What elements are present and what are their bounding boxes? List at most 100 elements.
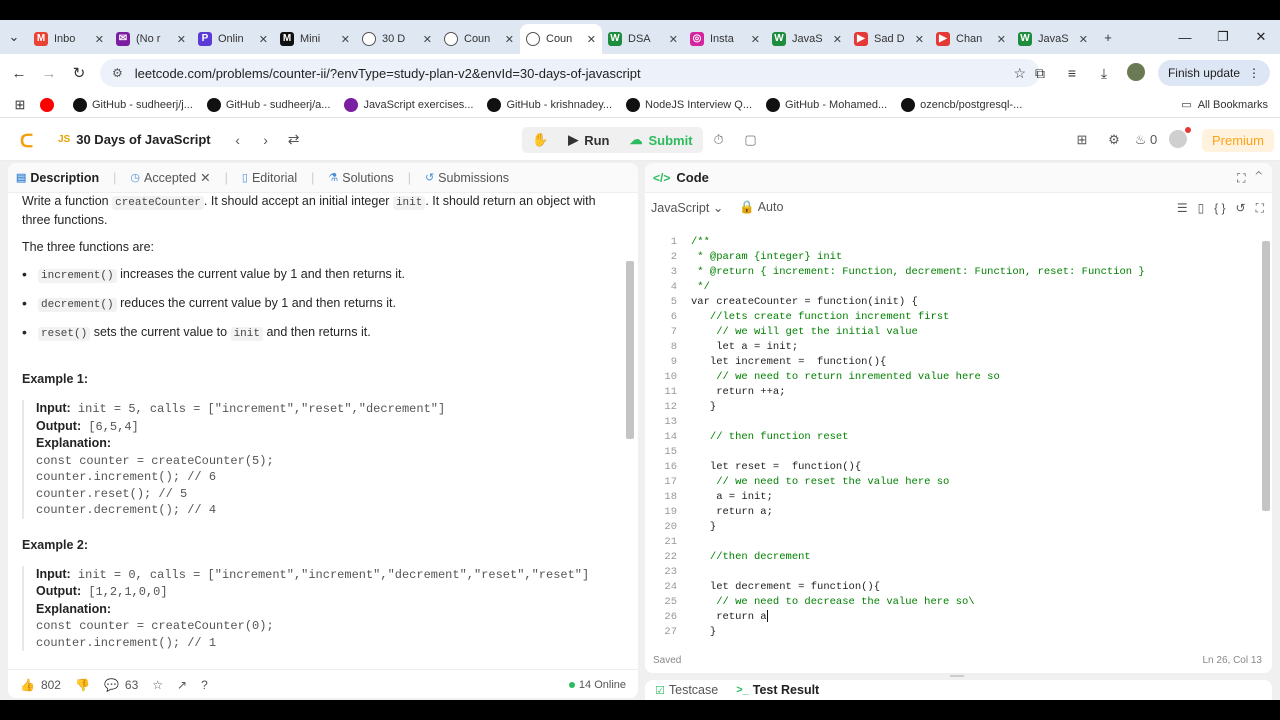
like-button[interactable]: 👍 802 bbox=[20, 678, 61, 692]
browser-tab[interactable]: ◎ Insta ✕ bbox=[684, 24, 766, 54]
tab-close-icon[interactable]: ✕ bbox=[1079, 33, 1088, 46]
streak-fire-icon[interactable]: ♨ 0 bbox=[1130, 132, 1162, 148]
line-number: 17 bbox=[664, 476, 677, 488]
leetcode-logo-icon[interactable]: ᑕ bbox=[20, 131, 34, 151]
forward-icon[interactable]: → bbox=[34, 65, 64, 82]
settings-gear-icon[interactable]: ⚙ bbox=[1098, 132, 1130, 148]
tab-close-icon[interactable]: ✕ bbox=[915, 33, 924, 46]
code-line: 4 */ bbox=[645, 280, 1260, 295]
finish-update-button[interactable]: Finish update ⋮ bbox=[1157, 60, 1270, 86]
bookmark-item[interactable]: ozencb/postgresql-... bbox=[901, 97, 1023, 112]
new-tab-button[interactable]: + bbox=[1094, 30, 1122, 45]
panel-resize-handle[interactable] bbox=[950, 675, 964, 677]
browser-tab[interactable]: M Inbo ✕ bbox=[28, 24, 110, 54]
close-window-icon[interactable]: ✕ bbox=[1242, 29, 1280, 45]
code-title: Code bbox=[676, 170, 709, 185]
next-problem-icon[interactable]: › bbox=[253, 132, 279, 148]
maximize-icon[interactable]: ❐ bbox=[1204, 29, 1242, 45]
tab-test-result[interactable]: >_ Test Result bbox=[736, 683, 819, 697]
description-tabs: ▤ Description | ◷ Accepted ✕ | ▯ Editorial | ⚗ Sol… bbox=[8, 163, 638, 193]
line-number: 9 bbox=[670, 356, 677, 368]
browser-tab[interactable]: W DSA ✕ bbox=[602, 24, 684, 54]
share-icon[interactable]: ↗ bbox=[177, 678, 187, 692]
close-tab-icon[interactable]: ✕ bbox=[200, 170, 210, 185]
tab-solutions[interactable]: ⚗ Solutions bbox=[328, 171, 393, 185]
timer-icon[interactable]: ⏱ bbox=[703, 132, 735, 148]
tab-close-icon[interactable]: ✕ bbox=[833, 33, 842, 46]
tab-accepted[interactable]: ◷ Accepted ✕ bbox=[130, 170, 210, 186]
tab-label: Insta bbox=[710, 33, 734, 45]
bookmark-item[interactable]: GitHub - Mohamed... bbox=[766, 97, 887, 112]
tab-editorial[interactable]: ▯ Editorial bbox=[242, 171, 297, 185]
browser-tab[interactable]: Coun ✕ bbox=[520, 24, 602, 54]
bookmark-label: ozencb/postgresql-... bbox=[920, 98, 1023, 111]
media-icon[interactable]: ≡ bbox=[1056, 65, 1088, 81]
bookmark-item[interactable]: GitHub - krishnadey... bbox=[487, 97, 612, 112]
tab-close-icon[interactable]: ✕ bbox=[997, 33, 1006, 46]
profile-avatar[interactable] bbox=[1120, 62, 1152, 84]
prev-problem-icon[interactable]: ‹ bbox=[225, 132, 251, 148]
browser-tab[interactable]: W JavaS ✕ bbox=[766, 24, 848, 54]
shuffle-icon[interactable]: ⇄ bbox=[281, 131, 307, 148]
tab-close-icon[interactable]: ✕ bbox=[259, 33, 268, 46]
minimize-icon[interactable]: — bbox=[1166, 30, 1204, 45]
auto-mode[interactable]: 🔒 Auto bbox=[739, 200, 783, 215]
tab-close-icon[interactable]: ✕ bbox=[341, 33, 350, 46]
back-icon[interactable]: ← bbox=[4, 65, 34, 82]
language-select[interactable]: JavaScript ⌄ bbox=[651, 200, 723, 215]
editor-scrollbar[interactable] bbox=[1262, 241, 1270, 511]
extensions-icon[interactable]: ⧉ bbox=[1024, 65, 1056, 82]
browser-tab[interactable]: ▶ Chan ✕ bbox=[930, 24, 1012, 54]
notes-icon[interactable]: ▢ bbox=[735, 132, 767, 148]
all-bookmarks[interactable]: ▭ All Bookmarks bbox=[1181, 98, 1268, 112]
browser-tab[interactable]: ✉ (No r ✕ bbox=[110, 24, 192, 54]
expand-collapse-icons[interactable]: ⛶ ⌃ bbox=[1237, 171, 1262, 186]
bookmark-item[interactable]: GitHub - sudheerj/j... bbox=[73, 97, 193, 112]
tab-close-icon[interactable]: ✕ bbox=[669, 33, 678, 46]
tab-close-icon[interactable]: ✕ bbox=[423, 33, 432, 46]
favorite-star-icon[interactable]: ☆ bbox=[152, 678, 163, 692]
description-scrollbar[interactable] bbox=[626, 215, 634, 635]
debug-icon[interactable]: ✋ bbox=[522, 127, 558, 153]
browser-tab[interactable]: P Onlin ✕ bbox=[192, 24, 274, 54]
example-code-line: counter.decrement(); // 4 bbox=[36, 503, 217, 517]
bookmark-favicon-icon bbox=[73, 97, 87, 112]
tab-close-icon[interactable]: ✕ bbox=[177, 33, 186, 46]
line-content: * @return { increment: Function, decreme… bbox=[691, 266, 1145, 278]
run-button[interactable]: ▶ Run bbox=[558, 127, 619, 153]
bookmark-item[interactable] bbox=[40, 97, 59, 112]
text-cursor bbox=[766, 610, 768, 623]
help-icon[interactable]: ? bbox=[201, 678, 208, 692]
tab-close-icon[interactable]: ✕ bbox=[505, 33, 514, 46]
download-icon[interactable]: ⤓ bbox=[1088, 65, 1120, 82]
bookmark-item[interactable]: JavaScript exercises... bbox=[344, 97, 473, 112]
apps-grid-icon[interactable]: ⊞ bbox=[0, 97, 40, 113]
tab-testcase[interactable]: ☑ Testcase bbox=[655, 683, 718, 697]
line-number: 22 bbox=[664, 551, 677, 563]
study-plan-title[interactable]: 30 Days of JavaScript bbox=[76, 132, 210, 147]
comments-button[interactable]: 💬 63 bbox=[104, 678, 138, 692]
browser-tab[interactable]: Coun ✕ bbox=[438, 24, 520, 54]
tab-close-icon[interactable]: ✕ bbox=[95, 33, 104, 46]
layout-icon[interactable]: ⊞ bbox=[1066, 132, 1098, 148]
code-editor[interactable]: 1/** 2 * @param {integer} init 3 * @return… bbox=[645, 235, 1260, 640]
tab-close-icon[interactable]: ✕ bbox=[587, 33, 596, 46]
bookmark-item[interactable]: NodeJS Interview Q... bbox=[626, 97, 752, 112]
browser-tab[interactable]: W JavaS ✕ bbox=[1012, 24, 1094, 54]
tab-close-icon[interactable]: ✕ bbox=[751, 33, 760, 46]
submit-button[interactable]: ☁ Submit bbox=[619, 127, 702, 153]
tab-search-icon[interactable]: ⌄ bbox=[0, 29, 28, 45]
bookmark-item[interactable]: GitHub - sudheerj/a... bbox=[206, 97, 330, 112]
browser-tab[interactable]: M Mini ✕ bbox=[274, 24, 356, 54]
premium-button[interactable]: Premium bbox=[1201, 128, 1274, 152]
reload-icon[interactable]: ↻ bbox=[64, 64, 94, 82]
site-info-icon[interactable]: ⚙ bbox=[112, 66, 123, 80]
address-bar[interactable]: ⚙ leetcode.com/problems/counter-ii/?envT… bbox=[100, 59, 1040, 87]
tab-description[interactable]: ▤ Description bbox=[16, 171, 99, 185]
browser-tab[interactable]: 30 D ✕ bbox=[356, 24, 438, 54]
tab-submissions[interactable]: ↺ Submissions bbox=[425, 171, 509, 185]
browser-tab[interactable]: ▶ Sad D ✕ bbox=[848, 24, 930, 54]
dislike-icon[interactable]: 👎 bbox=[75, 678, 90, 692]
user-avatar[interactable] bbox=[1162, 126, 1194, 151]
editor-tools[interactable]: ☰ ▯ { } ↺ ⛶ bbox=[1177, 201, 1264, 216]
